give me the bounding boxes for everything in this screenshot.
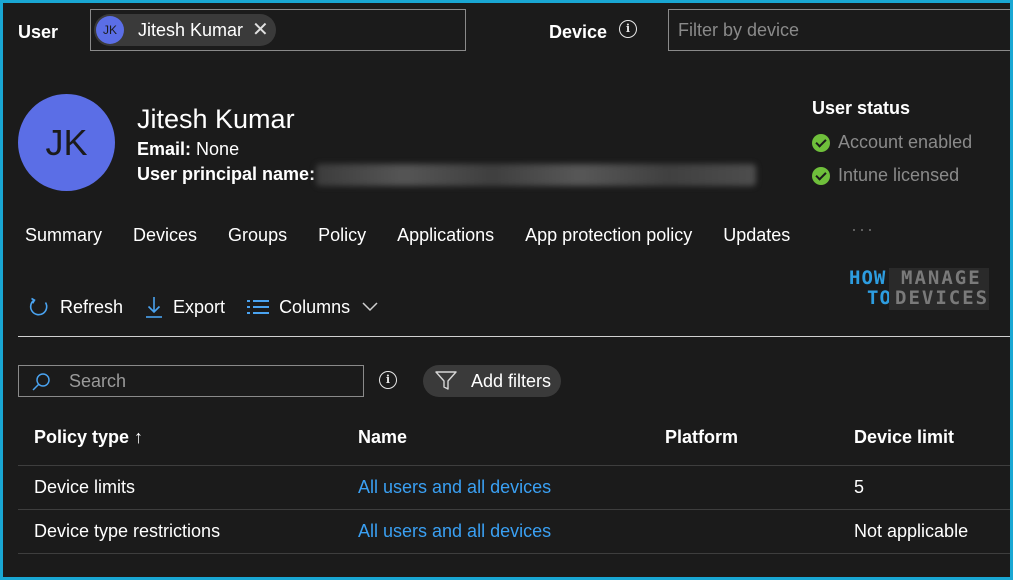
search-input[interactable] [67, 366, 347, 396]
cell-name-link[interactable]: All users and all devices [358, 521, 551, 542]
column-header-device-limit[interactable]: Device limit [854, 427, 954, 448]
tab-devices[interactable]: Devices [133, 225, 197, 246]
device-filter-input[interactable] [669, 10, 1010, 50]
logo-manage-devices: MANAGE DEVICES [895, 267, 990, 309]
download-icon [146, 297, 163, 318]
app-window: User JK Jitesh Kumar ✕ Device i JK Jites… [0, 0, 1013, 580]
user-chip-avatar: JK [96, 16, 124, 44]
cell-device-limit: Not applicable [854, 521, 969, 541]
column-header-platform[interactable]: Platform [665, 427, 738, 448]
more-tabs-icon[interactable]: ··· [851, 219, 875, 240]
refresh-label: Refresh [60, 296, 124, 317]
user-chip: JK Jitesh Kumar ✕ [94, 14, 276, 46]
status-intune-licensed: Intune licensed [812, 165, 959, 186]
columns-list-icon [247, 300, 270, 314]
add-filters-button[interactable]: Add filters [423, 365, 561, 397]
tab-applications[interactable]: Applications [397, 225, 494, 246]
cell-policy-type: Device type restrictions [34, 521, 221, 541]
tab-policy[interactable]: Policy [318, 225, 366, 246]
upn-label: User principal name: [137, 164, 316, 184]
profile-email: Email: None [137, 139, 239, 160]
user-chip-name: Jitesh Kumar [138, 20, 244, 40]
tab-updates[interactable]: Updates [723, 225, 790, 246]
profile-name: Jitesh Kumar [137, 104, 295, 134]
cell-policy-type: Device limits [34, 477, 136, 497]
email-value: None [196, 139, 240, 159]
device-filter-box[interactable] [668, 9, 1010, 51]
tab-app-protection-policy[interactable]: App protection policy [525, 225, 692, 246]
info-icon[interactable]: i [379, 371, 397, 389]
columns-label: Columns [279, 296, 351, 317]
check-circle-icon [812, 166, 830, 185]
close-icon[interactable]: ✕ [252, 17, 269, 42]
tab-groups[interactable]: Groups [228, 225, 287, 246]
export-label: Export [173, 296, 226, 317]
status-label: Intune licensed [838, 165, 960, 185]
email-label: Email: [137, 139, 192, 159]
add-filters-label: Add filters [471, 370, 552, 391]
check-circle-icon [812, 133, 830, 152]
status-label: Account enabled [838, 132, 973, 152]
row-divider [18, 509, 1010, 510]
search-box[interactable] [18, 365, 364, 397]
refresh-icon [29, 297, 48, 316]
toolbar: Refresh Export Columns [28, 295, 400, 319]
search-icon [32, 373, 50, 391]
avatar: JK [18, 94, 115, 191]
user-filter-label: User [18, 22, 59, 42]
export-button[interactable]: Export [145, 295, 225, 319]
columns-button[interactable]: Columns [247, 297, 378, 318]
refresh-button[interactable]: Refresh [28, 296, 123, 318]
column-header-name[interactable]: Name [358, 427, 407, 448]
status-account-enabled: Account enabled [812, 132, 972, 153]
cell-device-limit: 5 [854, 477, 865, 497]
profile-upn: User principal name: [137, 164, 315, 185]
upn-redacted-value [316, 164, 756, 186]
device-filter-label: Device [549, 22, 608, 42]
logo-how-to: HOW TO [849, 267, 892, 309]
cell-name-link[interactable]: All users and all devices [358, 477, 551, 498]
filter-icon [435, 371, 457, 390]
tab-bar: Summary Devices Groups Policy Applicatio… [25, 225, 821, 246]
how-to-manage-devices-logo: HOW TO MANAGE DEVICES [849, 268, 989, 310]
toolbar-divider [18, 336, 1010, 337]
user-status-title: User status [812, 98, 911, 118]
chevron-down-icon [362, 302, 378, 312]
user-filter-input[interactable]: JK Jitesh Kumar ✕ [90, 9, 466, 51]
header-divider [18, 465, 1010, 466]
column-header-policy-type[interactable]: Policy type ↑ [34, 427, 143, 448]
info-icon[interactable]: i [619, 20, 637, 38]
tab-summary[interactable]: Summary [25, 225, 102, 246]
row-divider [18, 553, 1010, 554]
